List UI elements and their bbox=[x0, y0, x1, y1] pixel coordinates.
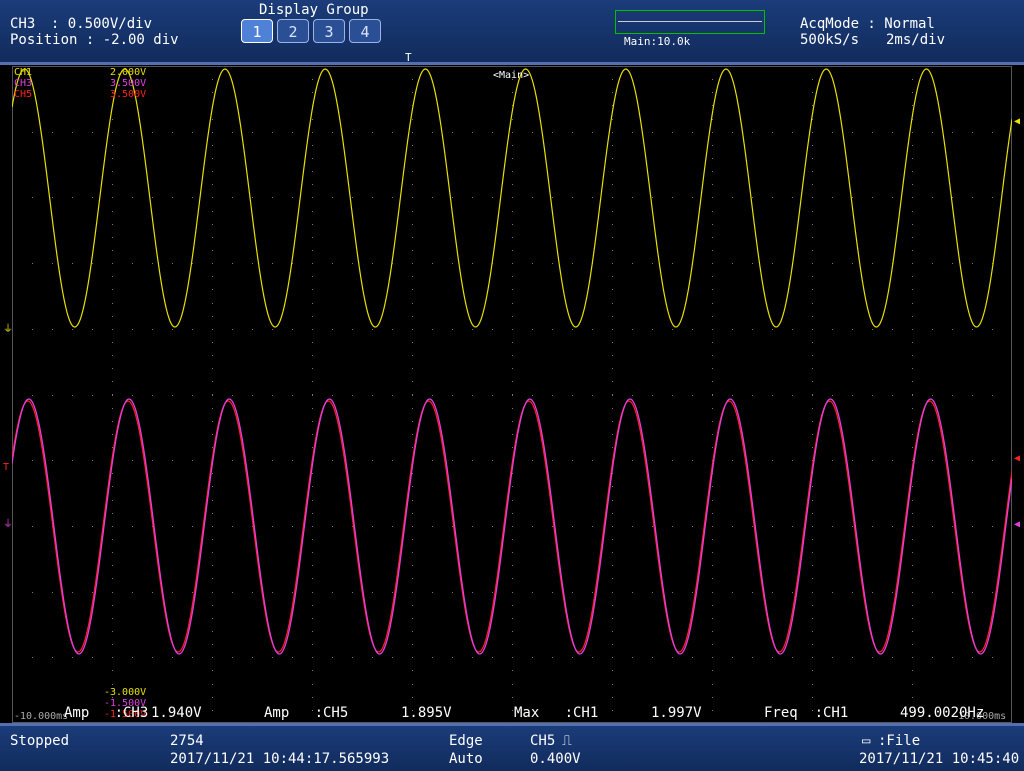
ch1-top-value: 2.000V bbox=[110, 67, 147, 78]
trigger-mode: Auto bbox=[449, 751, 483, 767]
display-group-button-4[interactable]: 4 bbox=[349, 19, 381, 43]
trigger-level: 0.400V bbox=[530, 751, 581, 767]
vertical-position: Position : -2.00 div bbox=[10, 32, 179, 48]
waveform-display bbox=[12, 66, 1012, 723]
top-status-bar: CH3 : 0.500V/div Position : -2.00 div Di… bbox=[0, 0, 1024, 65]
bottom-status-bar: Stopped 2754 2017/11/21 10:44:17.565993 … bbox=[0, 723, 1024, 771]
ch1-ground-marker: ⏚ bbox=[3, 324, 13, 335]
sample-rate: 500kS/s bbox=[800, 32, 860, 48]
ch3-right-marker: ◀ bbox=[1014, 519, 1021, 530]
measurement-2-value: 1.895V bbox=[401, 705, 452, 721]
ch3-top-value: 3.500V bbox=[110, 78, 147, 89]
measurement-3-label: Max :CH1 bbox=[514, 705, 599, 721]
display-group-button-3[interactable]: 3 bbox=[313, 19, 345, 43]
display-group-button-2[interactable]: 2 bbox=[277, 19, 309, 43]
vertical-scale: : 0.500V/div bbox=[34, 16, 153, 32]
trigger-position-marker: T bbox=[405, 51, 412, 64]
measurement-2-label: Amp :CH5 bbox=[264, 705, 349, 721]
measurement-1-label: Amp :CH3 bbox=[64, 705, 149, 721]
ch5-name: CH5 bbox=[14, 89, 33, 100]
measurement-3-value: 1.997V bbox=[651, 705, 702, 721]
graticule-grid bbox=[12, 66, 1012, 723]
time-start-label: -10.000ms bbox=[14, 711, 69, 722]
rising-edge-icon: ⎍ bbox=[562, 733, 572, 749]
ch3-ground-marker: ⏚ bbox=[3, 519, 13, 530]
trigger-type: Edge bbox=[449, 733, 483, 749]
measurement-4-label: Freq :CH1 bbox=[764, 705, 849, 721]
ch3-name: CH3 bbox=[14, 78, 33, 89]
ch1-right-marker: ◀ bbox=[1014, 116, 1021, 127]
printer-icon[interactable]: ▭ bbox=[862, 733, 870, 749]
ch5-top-value: 3.500V bbox=[110, 89, 147, 100]
ch1-name: CH1 bbox=[14, 67, 33, 78]
zoom-preview-window bbox=[615, 10, 765, 34]
channel-label: CH3 bbox=[10, 16, 36, 32]
display-group-title: Display Group bbox=[259, 2, 369, 18]
acquisition-mode: AcqMode : Normal bbox=[800, 16, 935, 32]
save-destination[interactable]: :File bbox=[878, 733, 920, 749]
main-tag: <Main> bbox=[493, 70, 530, 81]
run-state[interactable]: Stopped bbox=[10, 733, 69, 749]
clock: 2017/11/21 10:45:40 bbox=[859, 751, 1020, 767]
measurement-1-value: 1.940V bbox=[151, 705, 202, 721]
ch5-right-marker: ◀ bbox=[1014, 453, 1021, 464]
measurement-4-value: 499.0020Hz bbox=[900, 705, 985, 721]
zoom-label: Main:10.0k bbox=[624, 35, 691, 48]
timebase: 2ms/div bbox=[886, 32, 946, 48]
acquisition-timestamp: 2017/11/21 10:44:17.565993 bbox=[170, 751, 390, 767]
trigger-level-marker: T bbox=[3, 462, 10, 473]
display-group-button-1[interactable]: 1 bbox=[241, 19, 273, 43]
acquisition-count: 2754 bbox=[170, 733, 204, 749]
ch1-bottom-value: -3.000V bbox=[104, 687, 147, 698]
trigger-source: CH5 bbox=[530, 733, 556, 749]
